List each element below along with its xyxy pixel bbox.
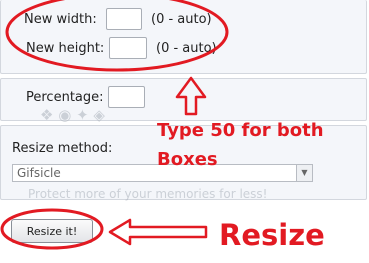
width-input[interactable] xyxy=(106,8,142,30)
height-label: New height: xyxy=(26,41,105,56)
height-input[interactable] xyxy=(109,37,147,59)
resize-button[interactable]: Resize it! xyxy=(11,219,93,243)
background-watermark-text: Protect more of your memories for less! xyxy=(28,187,268,201)
method-label: Resize method: xyxy=(12,141,113,156)
left-arrow-outline-icon xyxy=(108,218,208,246)
resize-callout-text: Resize xyxy=(219,218,325,252)
percentage-label: Percentage: xyxy=(26,90,104,105)
screenshot-stage: New width: (0 - auto) New height: (0 - a… xyxy=(0,0,369,263)
instruction-line-2: Boxes xyxy=(157,149,218,170)
background-watermark-icon: ❖ ◉ ✦ ◈ xyxy=(40,106,105,124)
chevron-down-icon[interactable]: ▼ xyxy=(296,165,312,181)
method-select-value: Gifsicle xyxy=(17,166,61,180)
width-label: New width: xyxy=(24,12,97,27)
percentage-input[interactable] xyxy=(108,86,145,108)
instruction-line-1: Type 50 for both xyxy=(157,120,324,141)
width-hint: (0 - auto) xyxy=(151,12,212,27)
height-hint: (0 - auto) xyxy=(156,41,217,56)
